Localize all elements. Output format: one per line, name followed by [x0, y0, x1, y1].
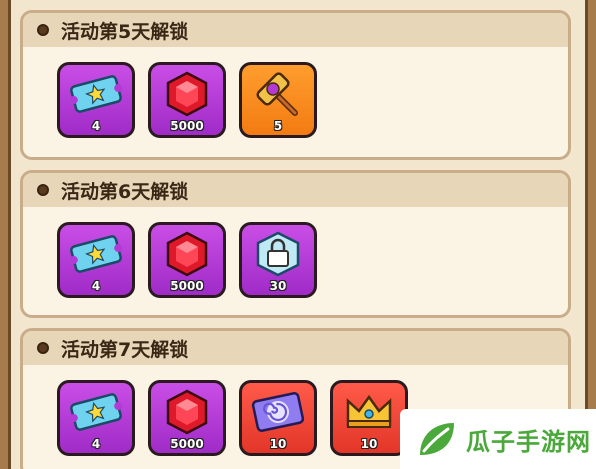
section-title: 活动第7天解锁	[61, 338, 189, 361]
item-count: 4	[91, 279, 101, 293]
section-title: 活动第6天解锁	[61, 180, 189, 203]
section-title-bar: 活动第7天解锁	[23, 331, 568, 365]
ruby-gem-icon	[160, 389, 214, 435]
bullet-dot-icon	[37, 184, 49, 196]
bullet-dot-icon	[37, 342, 49, 354]
item-count: 30	[269, 279, 287, 293]
section-title: 活动第5天解锁	[61, 20, 189, 43]
reward-section-day6: 活动第6天解锁 4 5000 30	[20, 170, 571, 318]
reward-item-ticket[interactable]: 4	[57, 62, 135, 138]
leaf-logo-icon	[414, 417, 458, 461]
crown-icon	[342, 389, 396, 435]
bullet-dot-icon	[37, 24, 49, 36]
watermark-text: 瓜子手游网	[466, 427, 591, 456]
reward-item-lock-badge[interactable]: 30	[239, 222, 317, 298]
item-count: 5000	[170, 119, 204, 133]
ticket-icon	[69, 389, 123, 435]
section-title-bar: 活动第5天解锁	[23, 13, 568, 47]
reward-item-gem[interactable]: 5000	[148, 380, 226, 456]
reward-item-gem[interactable]: 5000	[148, 222, 226, 298]
reward-item-hammer[interactable]: 5	[239, 62, 317, 138]
item-count: 5000	[170, 279, 204, 293]
reward-item-swirl-ticket[interactable]: 10	[239, 380, 317, 456]
item-count: 5	[273, 119, 283, 133]
reward-item-gem[interactable]: 5000	[148, 62, 226, 138]
reward-items: 4 5000 5	[57, 62, 317, 138]
reward-item-crown[interactable]: 10	[330, 380, 408, 456]
ruby-gem-icon	[160, 71, 214, 117]
reward-items: 4 5000 30	[57, 222, 317, 298]
reward-item-ticket[interactable]: 4	[57, 222, 135, 298]
ticket-icon	[69, 231, 123, 277]
item-count: 10	[360, 437, 378, 451]
swirl-ticket-icon	[251, 389, 305, 435]
item-count: 4	[91, 119, 101, 133]
ruby-gem-icon	[160, 231, 214, 277]
item-count: 5000	[170, 437, 204, 451]
hammer-icon	[251, 71, 305, 117]
section-title-bar: 活动第6天解锁	[23, 173, 568, 207]
reward-items: 4 5000 10 10	[57, 380, 408, 456]
item-count: 10	[269, 437, 287, 451]
ticket-icon	[69, 71, 123, 117]
reward-item-ticket[interactable]: 4	[57, 380, 135, 456]
item-count: 4	[91, 437, 101, 451]
reward-section-day5: 活动第5天解锁 4 5000 5	[20, 10, 571, 160]
lock-badge-icon	[251, 231, 305, 277]
watermark-badge: 瓜子手游网	[400, 409, 596, 469]
